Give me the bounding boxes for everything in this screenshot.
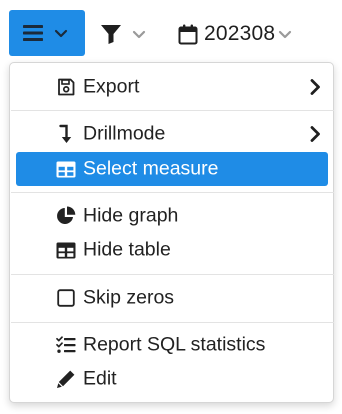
bars-icon bbox=[23, 24, 43, 42]
menu-item-export[interactable]: Export bbox=[16, 70, 328, 104]
chevron-down-icon bbox=[54, 29, 68, 38]
menu-item-label: Edit bbox=[83, 367, 117, 390]
menu-item-hide-table[interactable]: Hide table bbox=[16, 233, 328, 267]
calendar-icon bbox=[178, 24, 198, 45]
menu-divider bbox=[11, 274, 334, 275]
menu-item-label: Hide table bbox=[83, 238, 171, 261]
chevron-right-icon bbox=[308, 125, 322, 143]
menu-item-report-sql-statistics[interactable]: Report SQL statistics bbox=[16, 328, 328, 362]
menu-item-label: Skip zeros bbox=[83, 286, 175, 309]
menu-item-label: Select measure bbox=[83, 157, 219, 180]
pie-chart-icon bbox=[56, 206, 76, 226]
tasks-icon bbox=[56, 335, 76, 355]
menu-item-edit[interactable]: Edit bbox=[16, 362, 328, 396]
menu-divider bbox=[11, 110, 334, 111]
period-label: 202308 bbox=[204, 22, 276, 45]
menu-item-hide-graph[interactable]: Hide graph bbox=[16, 199, 328, 233]
chevron-down-icon bbox=[132, 30, 146, 39]
filter-icon bbox=[100, 23, 122, 45]
menu-item-label: Drillmode bbox=[83, 122, 166, 145]
toolbar: 202308 bbox=[0, 0, 342, 60]
menu-button[interactable] bbox=[9, 10, 85, 56]
menu-item-select-measure[interactable]: Select measure bbox=[16, 152, 328, 186]
table-icon bbox=[56, 240, 76, 260]
dropdown-menu: Export Drillmode Select measure Hide gra… bbox=[9, 62, 334, 403]
period-selector[interactable]: 202308 bbox=[178, 14, 292, 54]
menu-item-label: Report SQL statistics bbox=[83, 333, 266, 356]
filter-button[interactable] bbox=[98, 14, 146, 54]
menu-item-label: Export bbox=[83, 75, 140, 98]
level-down-icon bbox=[56, 124, 76, 144]
menu-item-skip-zeros[interactable]: Skip zeros bbox=[16, 281, 328, 315]
menu-divider bbox=[11, 192, 334, 193]
save-icon bbox=[56, 77, 76, 97]
menu-divider bbox=[11, 322, 334, 323]
chevron-right-icon bbox=[308, 78, 322, 96]
menu-item-drillmode[interactable]: Drillmode bbox=[16, 117, 328, 151]
chevron-down-icon bbox=[278, 30, 292, 39]
table-icon bbox=[56, 159, 76, 179]
menu-item-label: Hide graph bbox=[83, 204, 179, 227]
pencil-icon bbox=[56, 369, 76, 389]
checkbox-icon bbox=[56, 288, 76, 308]
